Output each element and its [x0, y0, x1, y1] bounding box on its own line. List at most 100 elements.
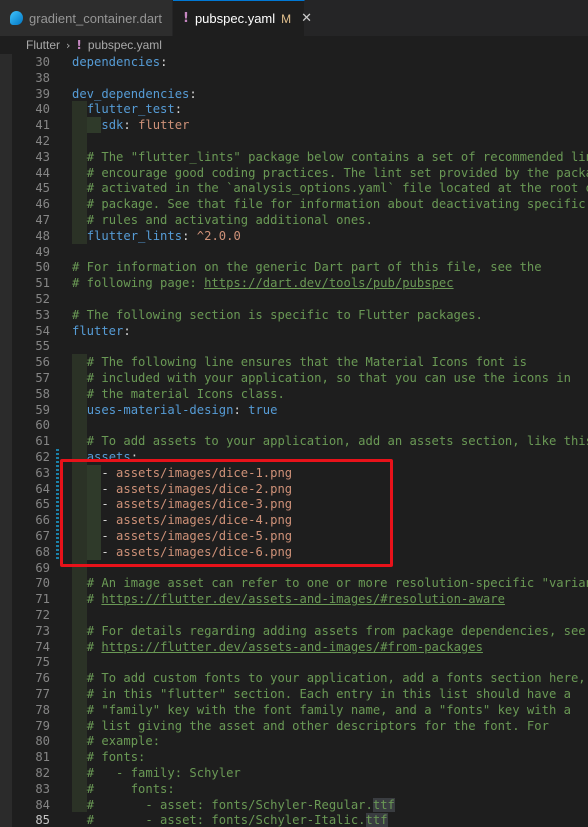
tab-gradient-container[interactable]: gradient_container.dart [0, 0, 173, 36]
code-text: # in this "flutter" section. Each entry … [72, 686, 571, 702]
code-line[interactable]: 47 # rules and activating additional one… [0, 212, 588, 228]
code-line[interactable]: 77 # in this "flutter" section. Each ent… [0, 686, 588, 702]
code-text: # - family: Schyler [72, 765, 241, 781]
code-line[interactable]: 80 # example: [0, 733, 588, 749]
code-line[interactable]: 43 # The "flutter_lints" package below c… [0, 149, 588, 165]
code-token[interactable]: https://dart.dev/tools/pub/pubspec [204, 276, 453, 290]
code-line[interactable]: 52 [0, 291, 588, 307]
code-line[interactable]: 84 # - asset: fonts/Schyler-Regular.ttf [0, 797, 588, 813]
code-text: # encourage good coding practices. The l… [72, 165, 588, 181]
code-text: # "family" key with the font family name… [72, 702, 571, 718]
code-token: ^2.0.0 [196, 228, 241, 243]
code-line[interactable]: 76 # To add custom fonts to your applica… [0, 670, 588, 686]
code-line[interactable]: 73 # For details regarding adding assets… [0, 623, 588, 639]
close-icon[interactable]: ✕ [301, 11, 312, 26]
line-number: 54 [35, 323, 50, 338]
code-line[interactable]: 46 # package. See that file for informat… [0, 196, 588, 212]
dart-icon [10, 11, 24, 25]
line-number: 57 [35, 371, 50, 385]
line-number: 66 [35, 513, 50, 528]
code-text: # list giving the asset and other descri… [72, 718, 549, 734]
code-token[interactable]: https://flutter.dev/assets-and-images/#r… [101, 592, 505, 606]
code-token: # following page: [72, 276, 205, 291]
code-token: # fonts: [86, 750, 146, 765]
code-text: # example: [72, 733, 160, 749]
code-line[interactable]: 53 # The following section is specific to… [0, 307, 588, 323]
highlight-box [60, 459, 393, 567]
line-number: 71 [35, 592, 50, 607]
code-token: # fonts: [86, 781, 175, 796]
code-line[interactable]: 38 [0, 70, 588, 86]
code-text: # included with your application, so tha… [72, 370, 571, 386]
code-text: # For information on the generic Dart pa… [72, 259, 542, 275]
code-token: : [174, 102, 183, 117]
code-line[interactable]: 40 flutter_test: [0, 101, 588, 117]
code-line[interactable]: 55 [0, 338, 588, 354]
breadcrumb-folder[interactable]: Flutter [26, 38, 60, 52]
code-token: # For information on the generic Dart pa… [72, 260, 542, 275]
code-line[interactable]: 79 # list giving the asset and other des… [0, 718, 588, 734]
code-line[interactable]: 57 # included with your application, so … [0, 370, 588, 386]
code-line[interactable]: 59 uses-material-design: true [0, 402, 588, 418]
code-line[interactable]: 39 dev_dependencies: [0, 86, 588, 102]
code-line[interactable]: 49 [0, 244, 588, 260]
code-line[interactable]: 72 [0, 607, 588, 623]
code-line[interactable]: 51 # following page: https://dart.dev/too… [0, 275, 588, 291]
line-number: 30 [35, 55, 50, 69]
code-token: # included with your application, so tha… [86, 371, 571, 385]
code-line[interactable]: 42 [0, 133, 588, 149]
code-token: # The following section is specific to F… [72, 307, 483, 322]
code-line[interactable]: 60 [0, 417, 588, 433]
line-number: 62 [35, 450, 50, 464]
code-line[interactable]: 75 [0, 654, 588, 670]
code-line[interactable]: 83 # fonts: [0, 781, 588, 797]
code-token: dependencies [72, 55, 161, 69]
code-line[interactable]: 41 sdk: flutter [0, 117, 588, 133]
code-line[interactable]: 58 # the material Icons class. [0, 386, 588, 402]
code-line[interactable]: 81 # fonts: [0, 749, 588, 765]
code-token: # The following line ensures that the Ma… [86, 355, 527, 370]
code-line[interactable]: 61 # To add assets to your application, … [0, 433, 588, 449]
code-token[interactable]: https://flutter.dev/assets-and-images/#f… [101, 640, 483, 654]
code-text: flutter: [72, 323, 131, 339]
code-token: ttf [372, 797, 395, 812]
code-line[interactable]: 45 # activated in the `analysis_options.… [0, 180, 588, 196]
code-line[interactable]: 30 dependencies: [0, 54, 588, 70]
code-line[interactable]: 85 # - asset: fonts/Schyler-Italic.ttf [0, 812, 588, 827]
code-line[interactable]: 71 # https://flutter.dev/assets-and-imag… [0, 591, 588, 607]
code-editor[interactable]: 30 dependencies: 38 39 dev_dependencies: 40 f… [0, 54, 588, 827]
code-token: # in this "flutter" section. Each entry … [86, 687, 571, 701]
line-number: 58 [35, 386, 50, 401]
breadcrumb-file[interactable]: pubspec.yaml [88, 38, 162, 52]
line-number: 40 [35, 102, 50, 117]
line-number: 43 [35, 149, 50, 164]
line-number: 44 [35, 165, 50, 180]
code-token: : [123, 323, 131, 338]
tab-pubspec[interactable]: ! pubspec.yaml M ✕ [173, 0, 312, 36]
code-line[interactable]: 70 # An image asset can refer to one or … [0, 575, 588, 591]
code-token: # package. See that file for information… [86, 197, 588, 212]
line-number: 42 [35, 134, 50, 148]
line-number: 85 [35, 813, 50, 827]
code-token: # To add custom fonts to your applicatio… [86, 671, 586, 686]
tab-label: pubspec.yaml [194, 11, 276, 26]
code-line[interactable]: 78 # "family" key with the font family n… [0, 702, 588, 718]
code-line[interactable]: 48 flutter_lints: ^2.0.0 [0, 228, 588, 244]
code-text: # activated in the `analysis_options.yam… [72, 180, 588, 196]
line-number: 83 [35, 781, 50, 796]
code-line[interactable]: 50 # For information on the generic Dart … [0, 259, 588, 275]
code-line[interactable]: 56 # The following line ensures that the… [0, 354, 588, 370]
line-number: 51 [35, 276, 50, 291]
code-text: # The following section is specific to F… [72, 307, 483, 323]
code-line[interactable]: 82 # - family: Schyler [0, 765, 588, 781]
code-line[interactable]: 74 # https://flutter.dev/assets-and-imag… [0, 639, 588, 655]
code-line[interactable]: 54 flutter: [0, 323, 588, 339]
code-line[interactable]: 44 # encourage good coding practices. Th… [0, 165, 588, 181]
code-token: : [123, 118, 139, 133]
